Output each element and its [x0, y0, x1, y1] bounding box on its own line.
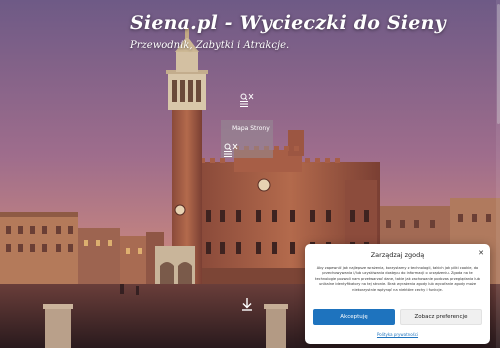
site-title[interactable]: Siena.pl - Wycieczki do Sieny	[130, 12, 446, 34]
cookie-consent-dialog: Zarządzaj zgodą ✕ Aby zapewnić jak najle…	[305, 244, 490, 344]
site-tagline: Przewodnik, Zabytki i Atrakcje.	[130, 40, 290, 51]
accept-button[interactable]: Akceptuję	[313, 309, 395, 325]
menu-toggle-button-secondary[interactable]	[220, 146, 236, 162]
close-icon[interactable]: ✕	[478, 250, 484, 257]
arrow-down-icon	[242, 298, 252, 311]
view-preferences-button[interactable]: Zobacz preferencje	[400, 309, 482, 325]
hamburger-icon	[224, 151, 232, 157]
privacy-policy-link[interactable]: Polityka prywatności	[305, 332, 490, 337]
page-scrollbar[interactable]	[496, 0, 500, 348]
consent-title: Zarządzaj zgodą	[370, 251, 425, 259]
menu-item-mapa-strony[interactable]: Mapa Strony	[232, 125, 270, 132]
scroll-down-button[interactable]	[240, 296, 254, 311]
hamburger-icon	[240, 101, 248, 107]
menu-toggle-button[interactable]	[236, 96, 252, 112]
consent-description: Aby zapewnić jak najlepsze wrażenia, kor…	[315, 266, 480, 292]
